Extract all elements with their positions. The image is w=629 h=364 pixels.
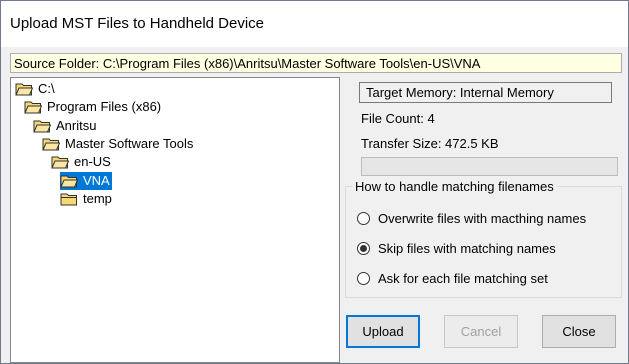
transfer-progress-bar xyxy=(361,157,618,176)
tree-item[interactable]: C:\ xyxy=(15,80,57,98)
tree-item[interactable]: VNA xyxy=(60,171,112,190)
tree-item-label: Anritsu xyxy=(56,117,97,133)
tree-item-label: Program Files (x86) xyxy=(47,99,162,115)
file-count-label: File Count: 4 xyxy=(361,111,435,126)
overwrite-radio-option[interactable]: Overwrite files with macthing names xyxy=(357,211,586,226)
tree-item[interactable]: Anritsu xyxy=(33,117,98,135)
matching-filenames-legend: How to handle matching filenames xyxy=(352,179,557,194)
target-memory-box: Target Memory: Internal Memory xyxy=(359,82,612,103)
tree-item[interactable]: temp xyxy=(60,190,114,208)
folder-tree[interactable]: C:\ Program Files (x86) Anritsu Master Soft… xyxy=(10,77,340,363)
open-folder-icon xyxy=(15,83,33,96)
tree-item[interactable]: Program Files (x86) xyxy=(24,98,163,116)
ask-radio-label[interactable]: Ask for each file matching set xyxy=(378,271,548,286)
source-folder-bar: Source Folder: C:\Program Files (x86)\An… xyxy=(10,53,622,73)
source-folder-label: Source Folder: C:\Program Files (x86)\An… xyxy=(14,56,481,71)
close-button[interactable]: Close xyxy=(542,315,616,348)
window-title: Upload MST Files to Handheld Device xyxy=(10,15,265,32)
tree-item-label: en-US xyxy=(74,154,111,170)
tree-item[interactable]: en-US xyxy=(51,153,113,171)
folder-icon xyxy=(60,193,77,206)
skip-radio-option[interactable]: Skip files with matching names xyxy=(357,241,556,256)
tree-item-label: temp xyxy=(83,190,112,206)
upload-button[interactable]: Upload xyxy=(346,315,420,348)
skip-radio-label[interactable]: Skip files with matching names xyxy=(378,241,556,256)
tree-item-label: C:\ xyxy=(38,81,55,96)
open-folder-icon xyxy=(60,175,78,187)
title-bar: Upload MST Files to Handheld Device xyxy=(1,1,628,47)
open-folder-icon xyxy=(51,156,69,169)
open-folder-icon xyxy=(42,138,60,151)
cancel-button[interactable]: Cancel xyxy=(444,315,518,348)
tree-item[interactable]: Master Software Tools xyxy=(42,135,195,153)
overwrite-radio[interactable] xyxy=(357,212,370,225)
transfer-size-label: Transfer Size: 472.5 KB xyxy=(361,136,499,151)
target-memory-label: Target Memory: Internal Memory xyxy=(366,85,554,100)
tree-item-label: VNA xyxy=(81,172,112,189)
upload-dialog: Upload MST Files to Handheld Device Sour… xyxy=(0,0,629,364)
ask-radio[interactable] xyxy=(357,272,370,285)
skip-radio[interactable] xyxy=(357,242,370,255)
open-folder-icon xyxy=(33,120,51,133)
open-folder-icon xyxy=(24,101,42,114)
tree-item-label: Master Software Tools xyxy=(65,135,194,151)
ask-radio-option[interactable]: Ask for each file matching set xyxy=(357,271,548,286)
overwrite-radio-label[interactable]: Overwrite files with macthing names xyxy=(378,211,586,226)
